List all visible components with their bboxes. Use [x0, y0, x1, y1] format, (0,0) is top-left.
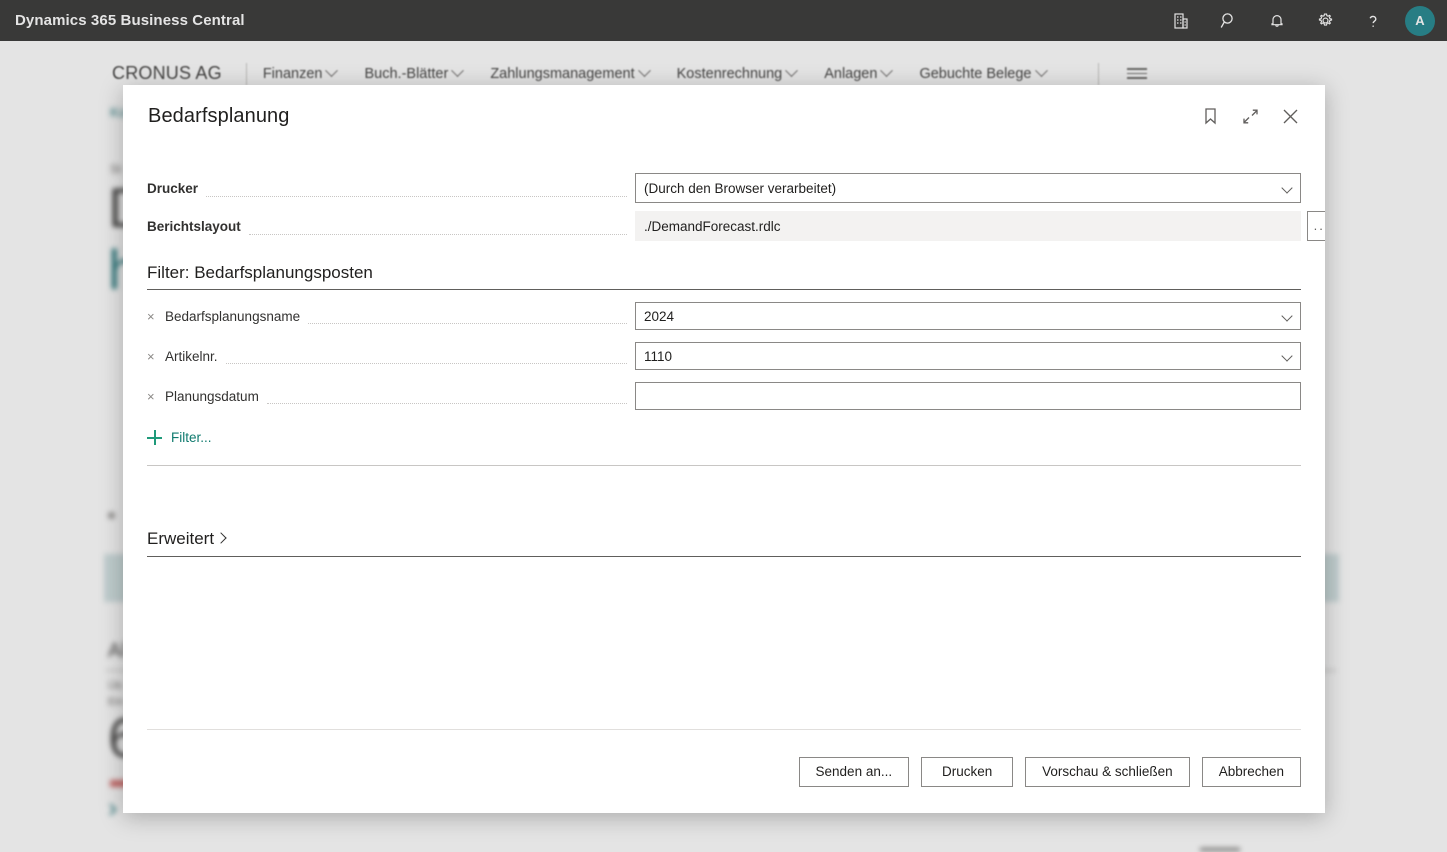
field-row-drucker: Drucker	[147, 173, 1301, 203]
close-icon[interactable]	[1275, 101, 1305, 131]
filter-label: Artikelnr.	[165, 348, 218, 364]
dialog-footer: Senden an... Drucken Vorschau & schließe…	[147, 729, 1301, 813]
add-filter-link[interactable]: Filter...	[147, 430, 212, 445]
app-shell: Dynamics 365 Business Central A CRONUS A…	[0, 0, 1447, 852]
bedarfsplanung-dialog: Bedarfsplanung Drucker (Durch den Browse…	[123, 85, 1325, 813]
advanced-label: Erweitert	[147, 529, 215, 548]
drucker-input[interactable]	[635, 173, 1301, 203]
dot-leader	[206, 183, 627, 197]
shrink-icon[interactable]	[1235, 101, 1265, 131]
drucker-control	[635, 173, 1301, 203]
filter-section-heading: Filter: Bedarfsplanungsposten	[147, 263, 1301, 290]
chevron-right-icon	[215, 532, 227, 544]
dialog-header-actions	[1195, 101, 1305, 131]
bookmark-icon[interactable]	[1195, 101, 1225, 131]
bedarfsplanungsname-input[interactable]	[635, 302, 1301, 330]
plus-icon	[147, 430, 162, 445]
dot-leader	[225, 350, 627, 364]
planungsdatum-input[interactable]	[635, 382, 1301, 410]
preview-and-close-button[interactable]: Vorschau & schließen	[1025, 756, 1190, 787]
filter-control-artikelnr	[635, 342, 1301, 370]
filter-control-planungsdatum	[635, 382, 1301, 410]
berichtslayout-label: Berichtslayout	[147, 218, 241, 234]
dialog-body: Drucker Berichtslayout ... Filter: Bedar…	[123, 147, 1325, 729]
add-filter-label: Filter...	[171, 430, 212, 445]
artikelnr-input[interactable]	[635, 342, 1301, 370]
berichtslayout-control: ...	[635, 211, 1325, 241]
remove-filter-icon[interactable]: ×	[147, 349, 161, 364]
dialog-title: Bedarfsplanung	[148, 104, 290, 127]
print-button[interactable]: Drucken	[921, 756, 1014, 787]
filter-row-artikelnr: × Artikelnr.	[147, 342, 1301, 370]
dot-leader	[308, 310, 627, 324]
filter-label: Planungsdatum	[165, 388, 259, 404]
berichtslayout-assist-button[interactable]: ...	[1307, 211, 1325, 241]
filter-row-planungsdatum: × Planungsdatum	[147, 382, 1301, 410]
dot-leader	[248, 221, 627, 235]
drucker-label: Drucker	[147, 180, 199, 196]
dialog-header: Bedarfsplanung	[123, 85, 1325, 147]
remove-filter-icon[interactable]: ×	[147, 309, 161, 324]
send-to-button[interactable]: Senden an...	[798, 756, 910, 787]
filter-control-bedarfsplanungsname	[635, 302, 1301, 330]
filter-label: Bedarfsplanungsname	[165, 308, 301, 324]
remove-filter-icon[interactable]: ×	[147, 389, 161, 404]
filter-section-divider	[147, 465, 1301, 466]
cancel-button[interactable]: Abbrechen	[1201, 756, 1301, 787]
dot-leader	[266, 390, 627, 404]
filter-row-bedarfsplanungsname: × Bedarfsplanungsname	[147, 302, 1301, 330]
berichtslayout-input[interactable]	[635, 211, 1301, 241]
advanced-section-toggle[interactable]: Erweitert	[147, 529, 1301, 557]
field-row-berichtslayout: Berichtslayout ...	[147, 211, 1325, 241]
